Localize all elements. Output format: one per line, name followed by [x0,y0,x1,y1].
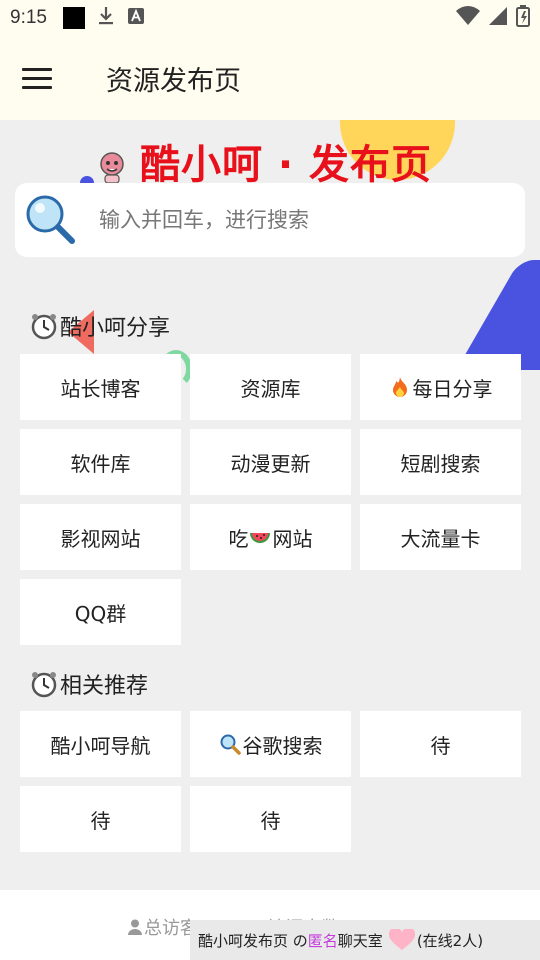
tile-label: 每日分享 [412,376,493,401]
section-title-label: 酷小呵分享 [60,316,171,341]
link-daily-share[interactable]: 每日分享 [360,354,521,420]
link-anime-updates[interactable]: 动漫更新 [190,429,351,495]
link-resource-library[interactable]: 资源库 [190,354,351,420]
link-qq-group[interactable]: QQ群 [20,579,181,645]
section-title-recommend: 相关推荐 [30,668,148,700]
chat-prefix: 酷小呵发布页 の [198,931,308,950]
magnifier-icon [219,733,241,755]
download-icon [97,6,115,30]
tile-label: 吃 [228,526,249,551]
tile-label: 酷小呵导航 [50,733,151,758]
footer: 总访客：3002 访问次数：4769 酷小呵发布页 の 匿名 聊天室 (在线2人… [0,890,540,960]
alarm-clock-icon [30,312,58,340]
tile-label: 待 [430,733,451,758]
link-placeholder[interactable]: 待 [190,786,351,852]
site-title: 酷小呵 · 发布页 [140,142,433,188]
battery-icon [516,5,530,31]
tile-label: 影视网站 [60,526,141,551]
app-bar: 资源发布页 [0,36,540,120]
chat-highlight: 匿名 [307,931,338,950]
online-count: (在线2人) [416,931,484,950]
link-google-search[interactable]: 谷歌搜索 [190,711,351,777]
wifi-icon [456,6,480,30]
link-navigation[interactable]: 酷小呵导航 [20,711,181,777]
main-content[interactable]: 酷小呵 · 发布页 酷小呵分享 站长博客 资源库 每日分享 软件库 动漫更新 短… [0,120,540,890]
hamburger-menu-icon[interactable] [22,58,62,98]
share-links-grid: 站长博客 资源库 每日分享 软件库 动漫更新 短剧搜索 影视网站 吃 网站 大流… [20,354,521,645]
tile-label: 大流量卡 [400,526,481,551]
notification-app-icon [62,7,85,29]
link-placeholder[interactable]: 待 [20,786,181,852]
alarm-clock-icon [30,670,58,698]
link-data-card[interactable]: 大流量卡 [360,504,521,570]
tile-label: 待 [90,808,111,833]
link-placeholder[interactable]: 待 [360,711,521,777]
user-icon [128,919,142,935]
tile-label: 网站 [272,526,313,551]
heart-icon [388,927,415,951]
watermelon-icon [249,526,271,548]
tile-label: QQ群 [74,601,127,626]
status-time: 9:15 [10,7,47,28]
mascot-logo [96,150,128,184]
chat-suffix: 聊天室 [337,931,383,950]
section-title-label: 相关推荐 [60,674,149,699]
search-box[interactable] [15,183,525,257]
tile-label: 短剧搜索 [400,451,481,476]
search-input[interactable] [99,208,499,232]
tile-label: 站长博客 [60,376,141,401]
link-blog[interactable]: 站长博客 [20,354,181,420]
tile-label: 待 [260,808,281,833]
link-gossip-sites[interactable]: 吃 网站 [190,504,351,570]
recommend-links-grid: 酷小呵导航 谷歌搜索 待 待 待 [20,711,521,852]
link-software-library[interactable]: 软件库 [20,429,181,495]
fire-icon [389,376,411,398]
font-icon [127,7,145,29]
chat-room-bar[interactable]: 酷小呵发布页 の 匿名 聊天室 (在线2人) [190,920,540,960]
tile-label: 资源库 [240,376,301,401]
tile-label: 动漫更新 [230,451,311,476]
tile-label: 谷歌搜索 [242,733,323,758]
link-short-drama-search[interactable]: 短剧搜索 [360,429,521,495]
link-movie-sites[interactable]: 影视网站 [20,504,181,570]
search-icon[interactable] [23,192,79,248]
signal-icon [488,6,508,30]
status-bar: 9:15 [0,0,540,36]
section-title-share: 酷小呵分享 [30,310,170,342]
tile-label: 软件库 [70,451,131,476]
app-title: 资源发布页 [106,65,241,97]
